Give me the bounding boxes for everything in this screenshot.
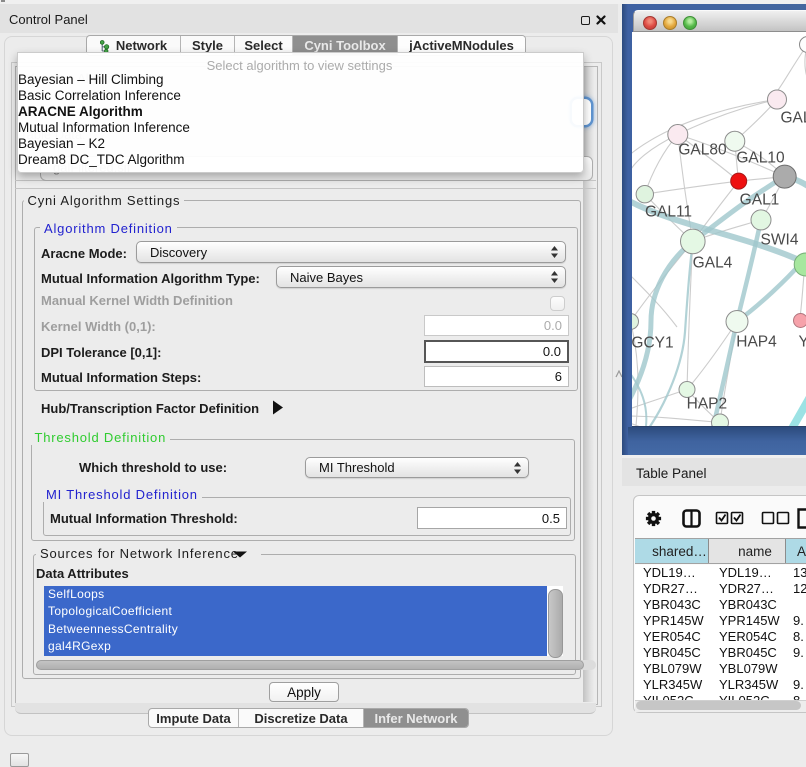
svg-text:GAL11: GAL11 — [644, 203, 691, 220]
svg-text:HAP4: HAP4 — [736, 333, 777, 350]
svg-text:GAL10: GAL10 — [736, 149, 785, 166]
svg-text:HAP2: HAP2 — [686, 395, 727, 412]
svg-text:GCY1: GCY1 — [632, 334, 674, 351]
svg-text:GAL1: GAL1 — [739, 191, 779, 208]
svg-text:GAL7: GAL7 — [780, 109, 806, 126]
svg-text:GAL4: GAL4 — [692, 254, 732, 271]
svg-text:GAL80: GAL80 — [678, 141, 727, 158]
svg-text:SWI4: SWI4 — [760, 231, 798, 248]
svg-text:YL: YL — [798, 333, 806, 350]
